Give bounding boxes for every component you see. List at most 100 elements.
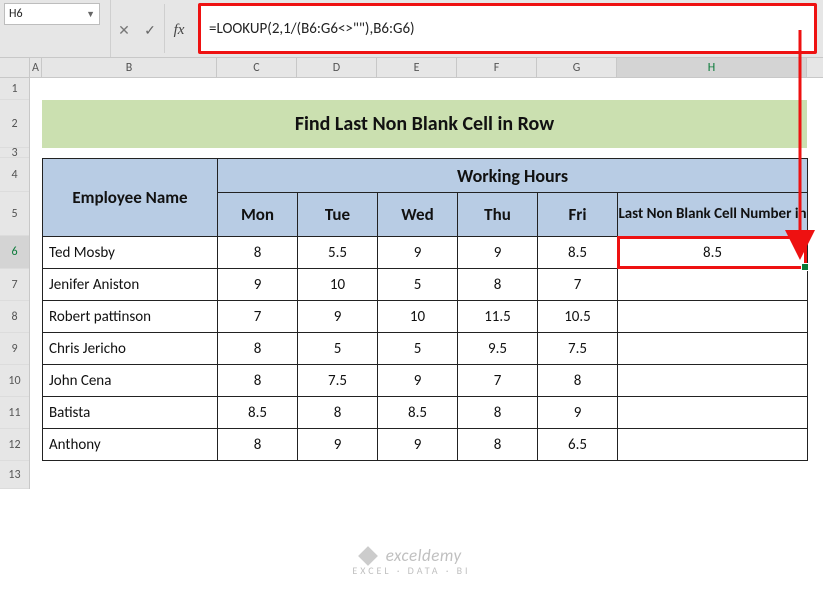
- employee-name-cell[interactable]: Chris Jericho: [43, 333, 218, 365]
- row-header-12[interactable]: 12: [0, 429, 29, 461]
- fx-icon[interactable]: fx: [166, 0, 192, 57]
- top-bar: H6 ▼ ✕ ✓ fx =LOOKUP(2,1/(B6:G6<>""),B6:G…: [0, 0, 823, 58]
- value-cell[interactable]: 8.5: [218, 397, 298, 429]
- value-cell[interactable]: 5: [378, 333, 458, 365]
- formula-text: =LOOKUP(2,1/(B6:G6<>""),B6:G6): [209, 20, 415, 38]
- formula-buttons: ✕ ✓ fx: [110, 0, 192, 57]
- value-cell[interactable]: 7.5: [538, 333, 618, 365]
- value-cell[interactable]: 10: [298, 269, 378, 301]
- name-box[interactable]: H6 ▼: [4, 3, 100, 25]
- value-cell[interactable]: 8: [298, 397, 378, 429]
- value-cell[interactable]: 9: [378, 365, 458, 397]
- data-table: Employee Name Working Hours Mon Tue Wed …: [42, 158, 808, 461]
- value-cell[interactable]: 8: [218, 429, 298, 461]
- row-header-11[interactable]: 11: [0, 397, 29, 429]
- last-nonblank-cell[interactable]: [618, 269, 808, 301]
- last-nonblank-cell[interactable]: [618, 397, 808, 429]
- row-header-1[interactable]: 1: [0, 78, 29, 100]
- table-row: Anthony89986.5: [43, 429, 808, 461]
- employee-name-cell[interactable]: John Cena: [43, 365, 218, 397]
- value-cell[interactable]: 5: [378, 269, 458, 301]
- logo-icon: [359, 546, 379, 566]
- watermark-brand: exceldemy: [386, 545, 462, 566]
- row-header-3[interactable]: 3: [0, 148, 29, 158]
- table-row: Robert pattinson791011.510.5: [43, 301, 808, 333]
- employee-name-cell[interactable]: Ted Mosby: [43, 237, 218, 269]
- last-nonblank-header: Last Non Blank Cell Number in: [618, 193, 808, 237]
- col-header-H[interactable]: H: [617, 58, 807, 77]
- chevron-down-icon[interactable]: ▼: [86, 9, 95, 20]
- row-headers: 1 2 3 4 5 6 7 8 9 10 11 12 13: [0, 78, 30, 489]
- watermark-tagline: EXCEL · DATA · BI: [0, 564, 823, 577]
- row-header-6[interactable]: 6: [0, 236, 29, 269]
- value-cell[interactable]: 9: [298, 429, 378, 461]
- day-header-wed: Wed: [378, 193, 458, 237]
- col-header-C[interactable]: C: [217, 58, 297, 77]
- col-header-F[interactable]: F: [457, 58, 537, 77]
- row-header-8[interactable]: 8: [0, 301, 29, 333]
- sheet-area: 1 2 3 4 5 6 7 8 9 10 11 12 13 Find Last …: [0, 78, 823, 489]
- value-cell[interactable]: 9: [298, 301, 378, 333]
- value-cell[interactable]: 8: [458, 269, 538, 301]
- value-cell[interactable]: 8: [218, 237, 298, 269]
- value-cell[interactable]: 5.5: [298, 237, 378, 269]
- value-cell[interactable]: 9.5: [458, 333, 538, 365]
- value-cell[interactable]: 10: [378, 301, 458, 333]
- last-nonblank-cell[interactable]: [618, 301, 808, 333]
- row-header-4[interactable]: 4: [0, 158, 29, 192]
- last-nonblank-cell[interactable]: 8.5: [618, 237, 808, 269]
- employee-name-header: Employee Name: [43, 159, 218, 237]
- value-cell[interactable]: 10.5: [538, 301, 618, 333]
- select-all-corner[interactable]: [0, 58, 30, 77]
- table-row: Ted Mosby85.5998.58.5: [43, 237, 808, 269]
- value-cell[interactable]: 8: [218, 333, 298, 365]
- page-title: Find Last Non Blank Cell in Row: [42, 100, 807, 148]
- row-header-9[interactable]: 9: [0, 333, 29, 365]
- employee-name-cell[interactable]: Robert pattinson: [43, 301, 218, 333]
- col-header-B[interactable]: B: [42, 58, 217, 77]
- day-header-mon: Mon: [218, 193, 298, 237]
- value-cell[interactable]: 9: [378, 429, 458, 461]
- value-cell[interactable]: 9: [538, 397, 618, 429]
- row-header-2[interactable]: 2: [0, 100, 29, 148]
- col-header-A[interactable]: A: [30, 58, 42, 77]
- value-cell[interactable]: 7.5: [298, 365, 378, 397]
- value-cell[interactable]: 9: [378, 237, 458, 269]
- value-cell[interactable]: 8: [458, 397, 538, 429]
- last-nonblank-cell[interactable]: [618, 365, 808, 397]
- cancel-formula-button[interactable]: ✕: [111, 0, 137, 57]
- value-cell[interactable]: 9: [458, 237, 538, 269]
- value-cell[interactable]: 5: [298, 333, 378, 365]
- value-cell[interactable]: 6.5: [538, 429, 618, 461]
- table-row: John Cena87.5978: [43, 365, 808, 397]
- employee-name-cell[interactable]: Jenifer Aniston: [43, 269, 218, 301]
- divider: [164, 4, 165, 53]
- row-header-7[interactable]: 7: [0, 269, 29, 301]
- value-cell[interactable]: 11.5: [458, 301, 538, 333]
- value-cell[interactable]: 9: [218, 269, 298, 301]
- value-cell[interactable]: 8: [218, 365, 298, 397]
- table-row: Chris Jericho8559.57.5: [43, 333, 808, 365]
- col-header-G[interactable]: G: [537, 58, 617, 77]
- last-nonblank-cell[interactable]: [618, 429, 808, 461]
- column-headers: A B C D E F G H: [0, 58, 823, 78]
- row-header-10[interactable]: 10: [0, 365, 29, 397]
- watermark: exceldemy EXCEL · DATA · BI: [0, 545, 823, 577]
- value-cell[interactable]: 8.5: [378, 397, 458, 429]
- value-cell[interactable]: 7: [538, 269, 618, 301]
- row-header-13[interactable]: 13: [0, 461, 29, 489]
- col-header-E[interactable]: E: [377, 58, 457, 77]
- row-header-5[interactable]: 5: [0, 192, 29, 236]
- cell-grid[interactable]: Find Last Non Blank Cell in Row Employee…: [30, 78, 823, 489]
- employee-name-cell[interactable]: Anthony: [43, 429, 218, 461]
- value-cell[interactable]: 8: [458, 429, 538, 461]
- col-header-D[interactable]: D: [297, 58, 377, 77]
- value-cell[interactable]: 8: [538, 365, 618, 397]
- enter-formula-button[interactable]: ✓: [137, 0, 163, 57]
- formula-bar[interactable]: =LOOKUP(2,1/(B6:G6<>""),B6:G6): [198, 3, 817, 54]
- value-cell[interactable]: 8.5: [538, 237, 618, 269]
- value-cell[interactable]: 7: [218, 301, 298, 333]
- employee-name-cell[interactable]: Batista: [43, 397, 218, 429]
- value-cell[interactable]: 7: [458, 365, 538, 397]
- last-nonblank-cell[interactable]: [618, 333, 808, 365]
